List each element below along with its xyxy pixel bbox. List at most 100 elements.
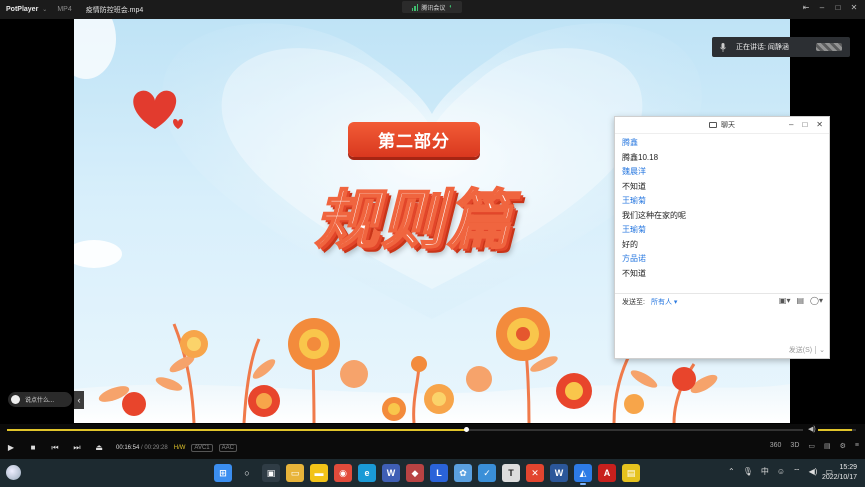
speaker-icon[interactable]: ◀) [809, 467, 818, 476]
speaker-avatar-blur [816, 43, 842, 51]
screenshot-icon[interactable]: ▣▾ [779, 296, 791, 305]
meeting-label: 腾讯会议 [421, 5, 446, 12]
typora-icon[interactable]: T [502, 464, 520, 482]
chat-message-list[interactable]: 腾鑫 腾鑫10.18 魏晨洋 不知道 王瑜菊 我们这种在家的呢 王瑜菊 好的 方… [615, 134, 829, 289]
chat-close-icon[interactable]: ✕ [816, 120, 823, 129]
minimize-icon[interactable]: – [817, 3, 827, 12]
chat-maximize-icon[interactable]: □ [802, 120, 807, 129]
chat-minimize-icon[interactable]: – [789, 120, 793, 129]
message-sender: 王瑜菊 [622, 196, 646, 205]
edge-icon[interactable]: e [358, 464, 376, 482]
clock[interactable]: 15:29 2022/10/17 [822, 463, 857, 483]
send-to-label: 发送至: [622, 299, 645, 306]
message-sender: 王瑜菊 [622, 225, 646, 234]
message-sender: 方品诺 [622, 254, 646, 263]
message-text: 我们这种在家的呢 [622, 210, 686, 220]
send-button[interactable]: 发送(S) ⌄ [789, 345, 825, 355]
speaking-label: 正在讲话: 阎静涵 [736, 44, 789, 51]
volume-icon[interactable]: ◀) [808, 425, 816, 433]
send-options-chevron-icon[interactable]: ⌄ [819, 346, 825, 354]
taskbar: ⊞ ○ ▣ ▭ ▬ ◉ e W ◆ L ✿ ✓ T ✕ W ◭ A ▤ ⌃ 🎙 中 ☺ ⌔ ◀) ▭ 15:29 … [0, 459, 865, 487]
word-icon[interactable]: W [550, 464, 568, 482]
next-icon[interactable]: ⏭ [66, 443, 88, 453]
collapse-panel-icon[interactable]: ‹ [74, 391, 84, 409]
message-sender: 腾鑫 [622, 138, 638, 147]
seek-handle[interactable] [464, 427, 470, 432]
close-icon[interactable]: ✕ [849, 3, 859, 12]
wifi-icon[interactable]: ⌔ [793, 467, 801, 477]
playlist-icon[interactable]: ▤ [824, 442, 831, 450]
start-icon[interactable]: ⊞ [214, 464, 232, 482]
tray-chevron-icon[interactable]: ⌃ [728, 467, 735, 476]
video-codec-badge: AVC1 [191, 443, 213, 452]
file-explorer-icon[interactable]: ▭ [286, 464, 304, 482]
window-controls: ⇤ – □ ✕ [801, 3, 859, 12]
pin-icon[interactable]: ⇤ [801, 3, 811, 12]
file-icon[interactable]: ▤ [796, 296, 804, 305]
signal-icon [411, 3, 419, 11]
file-name: 疫情防控班会.mp4 [85, 6, 144, 14]
app-network-icon[interactable]: ✿ [454, 464, 472, 482]
microphone-tray-icon[interactable]: 🎙 [743, 467, 753, 476]
notes-icon[interactable]: ▤ [622, 464, 640, 482]
play-icon[interactable]: ▶ [0, 443, 22, 452]
say-something-pill[interactable]: 说点什么... [8, 392, 72, 407]
clock-date: 2022/10/17 [821, 474, 857, 481]
message-sender: 魏晨洋 [622, 167, 646, 176]
chat-icon [709, 122, 717, 128]
format-label: MP4 [57, 6, 72, 13]
title-bar: PotPlayer ⌄ MP4 疫情防控班会.mp4 腾讯会议 ◖ ⇤ – □ … [0, 0, 865, 19]
screen: PotPlayer ⌄ MP4 疫情防控班会.mp4 腾讯会议 ◖ ⇤ – □ … [0, 0, 865, 487]
send-button-label: 发送(S) [788, 347, 813, 354]
stop-icon[interactable]: ■ [22, 443, 44, 452]
volume-level [818, 429, 853, 431]
word-icon-2[interactable]: W [382, 464, 400, 482]
slide-title: 规则篇 [314, 183, 513, 259]
message-text: 好的 [622, 239, 638, 249]
chat-message: 魏晨洋 不知道 [622, 165, 829, 194]
slide-section-tag: 第二部分 [348, 122, 480, 157]
sticky-notes-icon[interactable]: ▬ [310, 464, 328, 482]
maximize-icon[interactable]: □ [833, 3, 843, 12]
emoji-panel-icon[interactable]: ☺ [777, 467, 785, 476]
eject-icon[interactable]: ⏏ [88, 443, 110, 452]
user-icon[interactable]: ◯▾ [810, 296, 823, 305]
weather-icon[interactable] [6, 465, 21, 480]
seek-bar[interactable] [7, 427, 803, 432]
player-controls: ▶ ■ ⏮ ⏭ ⏏ 00:16:54 / 00:29:28 H/W AVC1 A… [0, 436, 865, 459]
hw-decode-badge[interactable]: H/W [174, 445, 186, 451]
pdf-icon[interactable]: A [598, 464, 616, 482]
app-name[interactable]: PotPlayer [6, 6, 38, 13]
speaking-indicator: 正在讲话: 阎静涵 [712, 37, 850, 57]
taskbar-apps: ⊞ ○ ▣ ▭ ▬ ◉ e W ◆ L ✿ ✓ T ✕ W ◭ A ▤ [214, 464, 640, 485]
mic-icon [720, 42, 726, 52]
send-to-select[interactable]: 所有人 ▾ [651, 297, 677, 307]
subtitle-icon[interactable]: ▭ [808, 442, 815, 450]
taskview-icon[interactable]: ▣ [262, 464, 280, 482]
menu-icon[interactable]: ≡ [855, 442, 859, 450]
system-tray: ⌃ 🎙 中 ☺ ⌔ ◀) ▭ [728, 466, 833, 477]
player-right-controls: 360 3D ▭ ▤ ⚙ ≡ [770, 442, 859, 450]
app-red-icon[interactable]: ◆ [406, 464, 424, 482]
vr360-button[interactable]: 360 [770, 442, 782, 450]
tencent-meeting-icon[interactable]: ◭ [574, 464, 592, 485]
volume-slider[interactable] [818, 429, 856, 431]
chat-window: 聊天 – □ ✕ 腾鑫 腾鑫10.18 魏晨洋 不知道 王瑜菊 我们这种在家的呢… [614, 116, 830, 359]
settings-icon[interactable]: ⚙ [840, 442, 846, 450]
3d-button[interactable]: 3D [790, 442, 799, 450]
app-menu-chevron-icon[interactable]: ⌄ [42, 6, 47, 13]
seek-progress [7, 429, 467, 431]
chrome-icon[interactable]: ◉ [334, 464, 352, 482]
chat-header[interactable]: 聊天 – □ ✕ [615, 117, 829, 134]
seek-bar-area: ◀) [0, 424, 865, 436]
meeting-status-pill[interactable]: 腾讯会议 ◖ [402, 1, 462, 13]
chat-message: 王瑜菊 我们这种在家的呢 [622, 194, 829, 223]
chat-toolbar: ▣▾ ▤ ◯▾ [779, 296, 823, 305]
app-blue-icon[interactable]: L [430, 464, 448, 482]
ime-indicator[interactable]: 中 [761, 466, 769, 477]
chat-divider [615, 293, 829, 294]
app-check-icon[interactable]: ✓ [478, 464, 496, 482]
app-x-icon[interactable]: ✕ [526, 464, 544, 482]
search-icon[interactable]: ○ [238, 464, 256, 482]
previous-icon[interactable]: ⏮ [44, 443, 66, 453]
